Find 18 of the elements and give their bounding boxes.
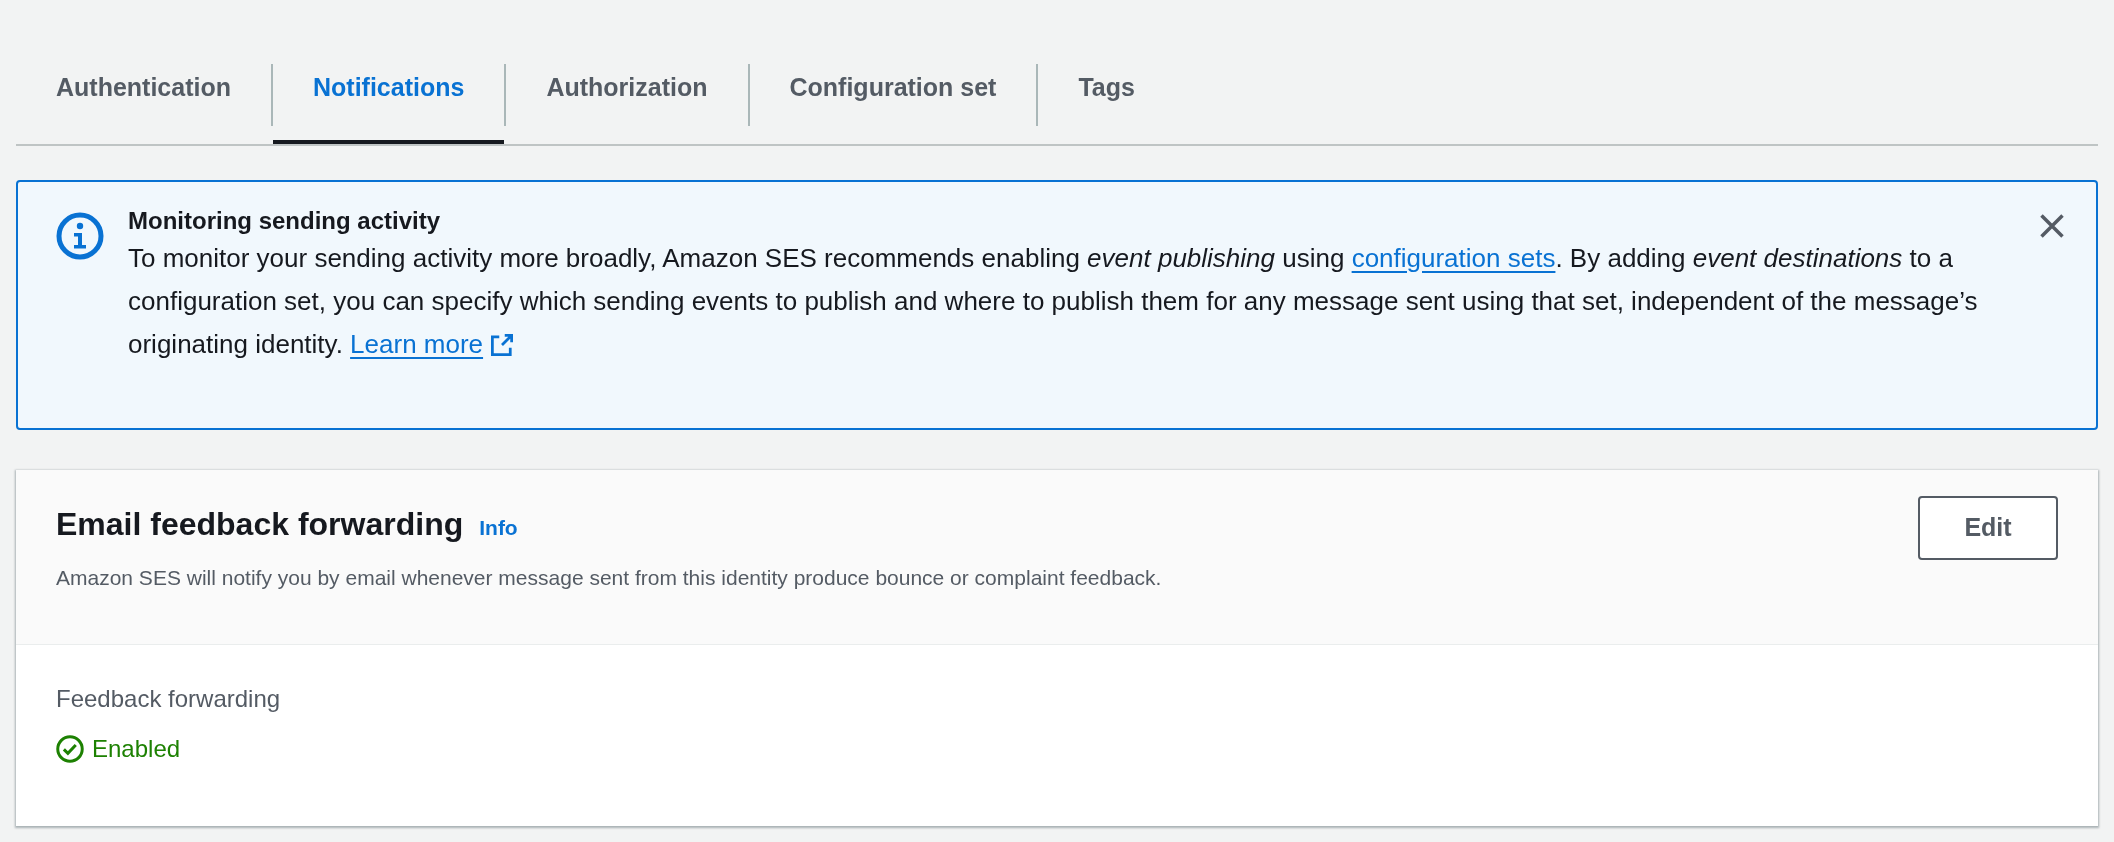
tab[interactable]: Authorization (506, 52, 748, 144)
tab[interactable]: Authentication (16, 52, 271, 144)
close-icon (2038, 212, 2066, 240)
learn-more-link[interactable]: Learn more (350, 323, 514, 366)
tab[interactable]: Configuration set (749, 52, 1037, 144)
edit-button[interactable]: Edit (1918, 496, 2058, 560)
card-title: Email feedback forwarding (56, 505, 464, 544)
tab[interactable]: Tags (1038, 52, 1175, 144)
link[interactable]: configuration sets (1351, 243, 1556, 273)
info-link[interactable]: Info (479, 512, 518, 544)
status-text: Enabled (92, 734, 181, 764)
field-label: Feedback forwarding (56, 684, 282, 714)
check-circle-icon (56, 735, 84, 763)
card-description: Amazon SES will notify you by email whenever message sent from this identity produce bounce or complaint feedback. (56, 565, 1162, 591)
info-icon (56, 212, 104, 260)
external-link-icon (491, 333, 514, 356)
alert-message: To monitor your sending activity more broadly, Amazon SES recommends enabling event publishing using configuration sets. By adding event destinations to a configuration set, you can specify which sending events to publish and where to publish them for any message sent using that set, independent of the message’s originating identity. Learn more (128, 237, 1990, 366)
alert-title: Monitoring sending activity (128, 206, 441, 236)
